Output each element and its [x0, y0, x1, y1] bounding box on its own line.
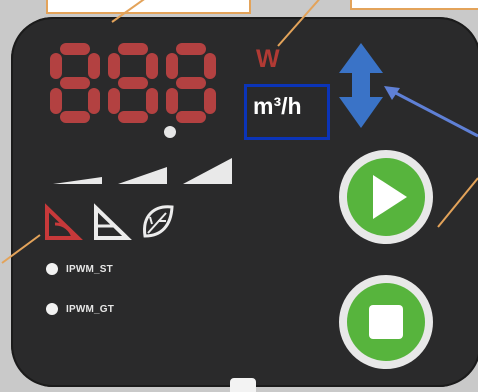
indicator-dot-1 [46, 263, 58, 275]
digit-3-segment-f [166, 53, 178, 79]
digit-3-segment-g [176, 77, 206, 89]
indicator-dot-2 [46, 303, 58, 315]
digit-1-segment-a [60, 43, 90, 55]
digit-1-segment-b [88, 53, 100, 79]
digit-2-segment-c [146, 88, 158, 114]
annotation-line-right [437, 177, 478, 228]
flow-unit-label: m³/h [244, 84, 330, 140]
indicator-label-1: IPWM_ST [66, 264, 113, 275]
pressure-mode-red-icon[interactable] [45, 203, 83, 240]
digit-3-segment-c [204, 88, 216, 114]
digit-2-segment-a [118, 43, 148, 55]
indicator-label-2: IPWM_GT [66, 304, 115, 315]
digit-3-segment-d [176, 111, 206, 123]
segment-display [1, 0, 478, 369]
annotation-line-top-right [277, 0, 320, 47]
digit-1-segment-d [60, 111, 90, 123]
controller-screenshot: W m³/h IPWM_ST IPWM_GT [0, 0, 478, 392]
digit-1-segment-f [50, 53, 62, 79]
digit-1-segment-e [50, 88, 62, 114]
stop-icon [369, 305, 403, 339]
decimal-point [164, 126, 176, 138]
digit-2-segment-b [146, 53, 158, 79]
digit-2-segment-d [118, 111, 148, 123]
digit-1-segment-c [88, 88, 100, 114]
digit-2-segment-g [118, 77, 148, 89]
play-button[interactable] [339, 150, 433, 244]
digit-3-segment-a [176, 43, 206, 55]
up-down-arrow-icon[interactable] [339, 43, 383, 128]
digit-2-segment-e [108, 88, 120, 114]
annotation-line-top-left [111, 0, 145, 23]
digit-3-segment-e [166, 88, 178, 114]
digit-1-segment-g [60, 77, 90, 89]
digit-2-segment-f [108, 53, 120, 79]
pressure-mode-white-icon[interactable] [94, 203, 132, 240]
power-unit-label: W [256, 45, 280, 73]
annotation-line-blue [389, 88, 478, 138]
digit-3-segment-b [204, 53, 216, 79]
eco-leaf-icon[interactable] [143, 205, 174, 238]
annotation-line-left [1, 234, 41, 264]
speed-level-1[interactable] [53, 177, 102, 184]
speed-level-2[interactable] [118, 167, 167, 184]
speed-level-3[interactable] [183, 158, 232, 184]
stop-button[interactable] [339, 275, 433, 369]
